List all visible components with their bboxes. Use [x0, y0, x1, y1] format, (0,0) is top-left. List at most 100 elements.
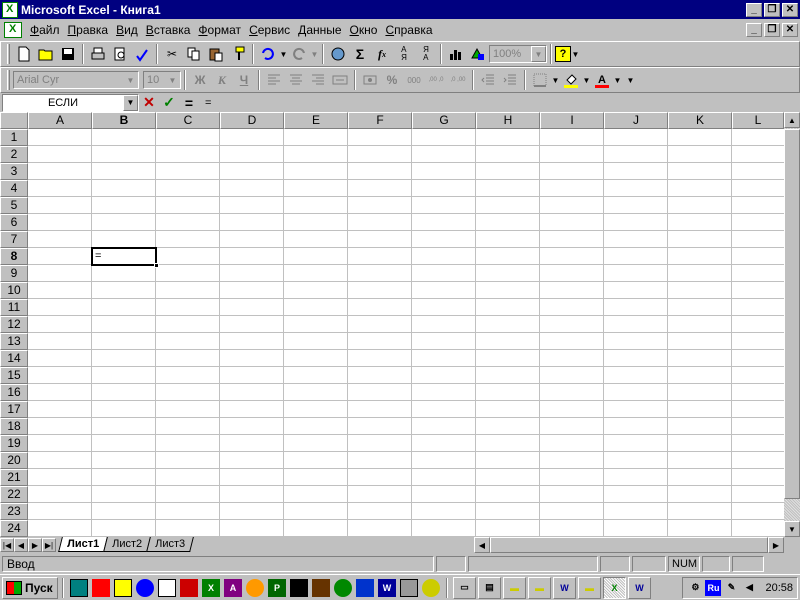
undo-icon[interactable] — [257, 43, 279, 65]
internet-explorer-icon[interactable] — [136, 578, 154, 597]
column-header[interactable]: F — [348, 112, 412, 129]
fill-handle[interactable] — [154, 263, 159, 268]
last-sheet-icon[interactable]: ▶| — [42, 538, 56, 552]
row-header[interactable]: 12 — [0, 316, 28, 333]
row-header[interactable]: 20 — [0, 452, 28, 469]
explorer-icon[interactable] — [114, 578, 132, 597]
column-header[interactable]: D — [220, 112, 284, 129]
title-bar[interactable]: Microsoft Excel - Книга1 _ ❐ ✕ — [0, 0, 800, 19]
scroll-right-icon[interactable]: ▶ — [768, 537, 784, 553]
column-header[interactable]: J — [604, 112, 668, 129]
scroll-down-icon[interactable]: ▼ — [784, 521, 800, 537]
toolbar-grip[interactable] — [7, 44, 10, 64]
undo-dropdown-icon[interactable]: ▼ — [279, 50, 288, 59]
clock-shortcut-icon[interactable] — [422, 578, 440, 597]
select-all-button[interactable] — [0, 112, 28, 129]
increase-decimal-button[interactable]: ,00 ,0 — [425, 69, 447, 91]
column-header[interactable]: I — [540, 112, 604, 129]
menu-edit[interactable]: Правка — [64, 23, 113, 37]
settings-shortcut-icon[interactable] — [400, 578, 418, 597]
row-header[interactable]: 5 — [0, 197, 28, 214]
row-header[interactable]: 10 — [0, 282, 28, 299]
menu-data[interactable]: Данные — [294, 23, 345, 37]
font-color-icon[interactable]: A — [591, 69, 613, 91]
task-printer[interactable]: ▤ — [478, 576, 501, 599]
row-header[interactable]: 2 — [0, 146, 28, 163]
menu-window[interactable]: Окно — [346, 23, 382, 37]
percent-button[interactable]: % — [381, 69, 403, 91]
merge-center-icon[interactable] — [329, 69, 351, 91]
sheet-tab[interactable]: Лист3 — [146, 537, 195, 552]
underline-button[interactable]: Ч — [233, 69, 255, 91]
decrease-decimal-button[interactable]: ,0 ,00 — [447, 69, 469, 91]
chart-wizard-icon[interactable] — [445, 43, 467, 65]
chevron-down-icon[interactable]: ▼ — [531, 46, 546, 62]
doc-close-button[interactable]: ✕ — [782, 23, 798, 37]
sheet-tab[interactable]: Лист2 — [103, 537, 152, 552]
row-header[interactable]: 3 — [0, 163, 28, 180]
decrease-indent-icon[interactable] — [477, 69, 499, 91]
horizontal-scroll-thumb[interactable] — [490, 537, 768, 553]
chevron-down-icon[interactable]: ▼ — [123, 72, 138, 88]
borders-icon[interactable] — [529, 69, 551, 91]
row-header[interactable]: 7 — [0, 231, 28, 248]
column-header[interactable]: E — [284, 112, 348, 129]
font-size-combo[interactable]: 10 ▼ — [143, 71, 181, 89]
vertical-scroll-thumb[interactable] — [784, 129, 800, 499]
publisher-shortcut-icon[interactable]: P — [268, 578, 286, 597]
next-sheet-icon[interactable]: ▶ — [28, 538, 42, 552]
menu-tools[interactable]: Сервис — [245, 23, 294, 37]
image-shortcut-icon[interactable] — [290, 578, 308, 597]
row-header[interactable]: 19 — [0, 435, 28, 452]
thousands-separator-button[interactable]: 000 — [403, 69, 425, 91]
sort-descending-icon[interactable]: ЯA — [415, 43, 437, 65]
menu-help[interactable]: Справка — [381, 23, 436, 37]
clock[interactable]: 20:58 — [765, 582, 793, 594]
vertical-scrollbar[interactable]: ▲ ▼ — [784, 112, 800, 537]
task-folder[interactable]: ▬ — [578, 576, 601, 599]
task-folder[interactable]: ▬ — [528, 576, 551, 599]
row-header[interactable]: 13 — [0, 333, 28, 350]
notepad-icon[interactable] — [158, 578, 176, 597]
borders-dropdown-icon[interactable]: ▼ — [551, 76, 560, 85]
tray-app-icon[interactable]: ✎ — [723, 580, 739, 596]
start-button[interactable]: Пуск — [2, 576, 58, 599]
close-button[interactable]: ✕ — [782, 2, 798, 17]
chevron-down-icon[interactable]: ▼ — [123, 94, 138, 111]
globe-shortcut-icon[interactable] — [334, 578, 352, 597]
row-header[interactable]: 18 — [0, 418, 28, 435]
column-header[interactable]: G — [412, 112, 476, 129]
print-icon[interactable] — [87, 43, 109, 65]
italic-button[interactable]: К — [211, 69, 233, 91]
currency-icon[interactable] — [359, 69, 381, 91]
save-icon[interactable] — [57, 43, 79, 65]
excel-shortcut-icon[interactable]: X — [202, 578, 220, 597]
doc-restore-button[interactable]: ❐ — [764, 23, 780, 37]
word-shortcut-icon[interactable]: W — [378, 578, 396, 597]
fill-color-icon[interactable] — [560, 69, 582, 91]
align-left-icon[interactable] — [263, 69, 285, 91]
doc-minimize-button[interactable]: _ — [746, 23, 762, 37]
menu-view[interactable]: Вид — [112, 23, 142, 37]
edit-formula-button[interactable]: = — [179, 94, 199, 112]
row-header[interactable]: 6 — [0, 214, 28, 231]
minimize-button[interactable]: _ — [746, 2, 762, 17]
paint-shortcut-icon[interactable] — [246, 578, 264, 597]
spelling-icon[interactable] — [131, 43, 153, 65]
scroll-up-icon[interactable]: ▲ — [784, 112, 800, 128]
column-header[interactable]: H — [476, 112, 540, 129]
office-shortcut-icon[interactable] — [92, 578, 110, 597]
media-shortcut-icon[interactable] — [312, 578, 330, 597]
fill-color-dropdown-icon[interactable]: ▼ — [582, 76, 591, 85]
access-shortcut-icon[interactable]: A — [224, 578, 242, 597]
row-header[interactable]: 8 — [0, 248, 28, 265]
task-word[interactable]: W — [553, 576, 576, 599]
paste-icon[interactable] — [205, 43, 227, 65]
function-wizard-icon[interactable]: fx — [371, 43, 393, 65]
book-shortcut-icon[interactable] — [356, 578, 374, 597]
formula-input[interactable]: = — [205, 97, 211, 109]
active-cell[interactable]: = — [91, 247, 159, 268]
language-indicator[interactable]: Ru — [705, 579, 722, 596]
help-dropdown-icon[interactable]: ▼ — [571, 50, 580, 59]
task-excel[interactable]: X — [603, 576, 626, 599]
